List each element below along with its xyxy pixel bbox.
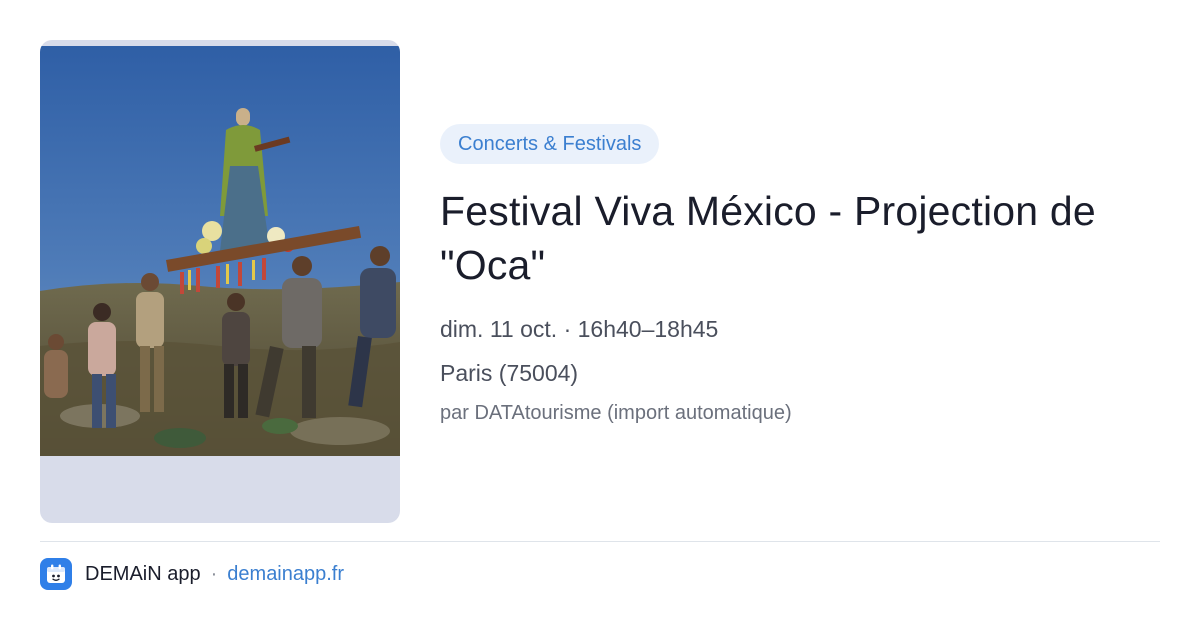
app-domain-link[interactable]: demainapp.fr bbox=[227, 563, 344, 586]
footer-separator: · bbox=[210, 562, 218, 585]
calendar-icon bbox=[40, 558, 72, 590]
app-name: DEMAiN app bbox=[85, 562, 201, 585]
event-image-frame[interactable] bbox=[40, 40, 400, 523]
footer-divider bbox=[40, 541, 1160, 542]
footer: DEMAiN app · demainapp.fr bbox=[40, 558, 344, 590]
event-details: Concerts & Festivals Festival Viva Méxic… bbox=[440, 124, 1170, 426]
share-card: Concerts & Festivals Festival Viva Méxic… bbox=[0, 0, 1200, 630]
event-date-time: dim. 11 oct. · 16h40–18h45 bbox=[440, 316, 719, 342]
event-title[interactable]: Festival Viva México - Projection de "Oc… bbox=[440, 184, 1170, 292]
event-location: Paris (75004) bbox=[440, 360, 579, 386]
event-source: par DATAtourisme (import automatique) bbox=[440, 402, 792, 424]
event-photo bbox=[40, 46, 400, 456]
category-badge[interactable]: Concerts & Festivals bbox=[440, 124, 660, 164]
